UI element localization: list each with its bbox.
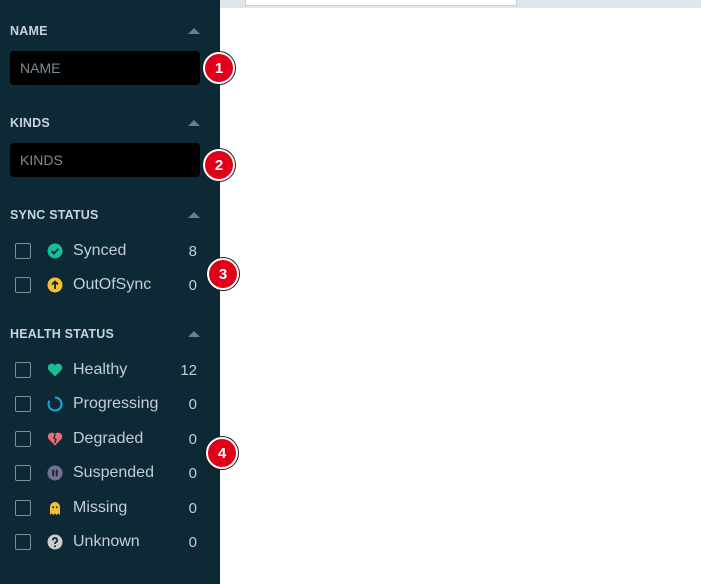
- health-filter-missing[interactable]: Missing 0: [15, 498, 197, 518]
- filter-label: Progressing: [73, 395, 159, 412]
- annotation-badge-2: 2: [203, 149, 235, 181]
- name-filter-title: NAME: [10, 24, 48, 38]
- sync-filter-outofsync[interactable]: OutOfSync 0: [15, 275, 197, 295]
- filter-label: Healthy: [73, 361, 128, 378]
- filter-count: 0: [188, 430, 197, 448]
- filter-label: Unknown: [73, 533, 140, 550]
- filter-label: Suspended: [73, 464, 154, 481]
- collapse-caret-icon[interactable]: [188, 212, 200, 218]
- health-filter-unknown[interactable]: Unknown 0: [15, 532, 197, 552]
- sync-filter-synced[interactable]: Synced 8: [15, 241, 197, 261]
- health-status-title: HEALTH STATUS: [10, 327, 114, 341]
- filter-count: 0: [188, 499, 197, 517]
- filter-label: Synced: [73, 242, 127, 259]
- pause-circle-icon: [47, 465, 63, 481]
- ghost-icon: [47, 500, 63, 516]
- sync-status-header[interactable]: SYNC STATUS: [10, 207, 202, 223]
- toolbar-input[interactable]: [245, 0, 517, 6]
- filter-label: Missing: [73, 499, 128, 516]
- name-filter-input[interactable]: [10, 51, 200, 85]
- kinds-filter-header[interactable]: KINDS: [10, 115, 202, 131]
- main-content: [220, 0, 701, 584]
- checkbox[interactable]: [15, 534, 31, 550]
- filter-count: 12: [180, 361, 197, 379]
- collapse-caret-icon[interactable]: [188, 120, 200, 126]
- kinds-filter-title: KINDS: [10, 116, 50, 130]
- broken-heart-icon: [47, 431, 63, 447]
- health-filter-degraded[interactable]: Degraded 0: [15, 429, 197, 449]
- filter-count: 0: [188, 276, 197, 294]
- health-status-header[interactable]: HEALTH STATUS: [10, 326, 202, 342]
- sync-status-title: SYNC STATUS: [10, 208, 99, 222]
- annotation-badge-1: 1: [203, 52, 235, 84]
- checkbox[interactable]: [15, 243, 31, 259]
- kinds-filter-input[interactable]: [10, 143, 200, 177]
- checkbox[interactable]: [15, 277, 31, 293]
- checkbox[interactable]: [15, 465, 31, 481]
- checkbox[interactable]: [15, 396, 31, 412]
- filter-count: 0: [188, 464, 197, 482]
- checkbox[interactable]: [15, 362, 31, 378]
- filter-count: 0: [188, 395, 197, 413]
- arrow-up-circle-icon: [47, 277, 63, 293]
- filter-label: OutOfSync: [73, 276, 152, 293]
- heart-icon: [47, 362, 63, 378]
- health-filter-progressing[interactable]: Progressing 0: [15, 394, 197, 414]
- check-circle-icon: [47, 243, 63, 259]
- question-circle-icon: [47, 534, 63, 550]
- name-filter-header[interactable]: NAME: [10, 23, 202, 39]
- checkbox[interactable]: [15, 431, 31, 447]
- progress-ring-icon: [47, 396, 63, 412]
- annotation-badge-4: 4: [206, 437, 238, 469]
- health-filter-suspended[interactable]: Suspended 0: [15, 463, 197, 483]
- filter-sidebar: NAME KINDS SYNC STATUS Synced 8 OutOfSyn…: [0, 0, 220, 584]
- top-toolbar: [220, 0, 701, 8]
- collapse-caret-icon[interactable]: [188, 331, 200, 337]
- filter-count: 0: [188, 533, 197, 551]
- collapse-caret-icon[interactable]: [188, 28, 200, 34]
- checkbox[interactable]: [15, 500, 31, 516]
- annotation-badge-3: 3: [207, 258, 239, 290]
- filter-count: 8: [188, 242, 197, 260]
- filter-label: Degraded: [73, 430, 144, 447]
- health-filter-healthy[interactable]: Healthy 12: [15, 360, 197, 380]
